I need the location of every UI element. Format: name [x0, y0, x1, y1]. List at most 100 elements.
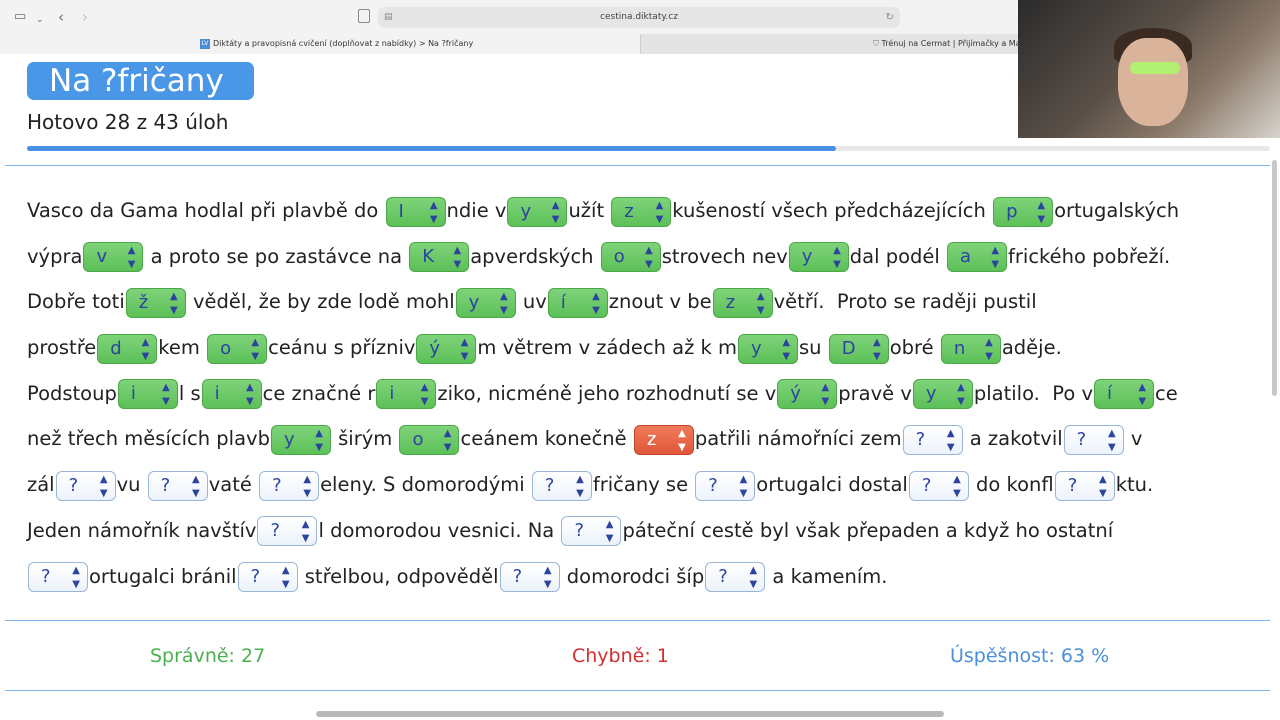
text-fragment: ktu. [1115, 473, 1154, 497]
letter-select-empty[interactable]: ? ▲ ▼ [902, 424, 963, 455]
tab-favicon: LV [200, 38, 210, 49]
text-fragment: l s [178, 381, 201, 405]
letter-select-correct[interactable]: i ▲ ▼ [117, 379, 178, 410]
text-fragment: vaté [208, 473, 259, 497]
letter-select-correct[interactable]: p ▲ ▼ [993, 196, 1054, 227]
letter-select-value: ? [574, 520, 585, 542]
sidebar-toggle-icon[interactable]: ▭ [14, 9, 26, 25]
text-fragment: frického pobřeží. [1008, 244, 1171, 268]
letter-select-empty[interactable]: ? ▲ ▼ [531, 470, 592, 501]
page-title: Na ?fričany [27, 62, 254, 100]
letter-select-empty[interactable]: ? ▲ ▼ [28, 562, 88, 592]
updown-arrows-icon: ▲ ▼ [782, 336, 791, 362]
letter-select-value: ? [160, 474, 171, 496]
text-line: výpra v ▲ ▼ a proto se po zastávce na K ▲ ▼ ap… [27, 234, 1257, 280]
letter-select-empty[interactable]: ? ▲ ▼ [705, 562, 766, 592]
updown-arrows-icon: ▲ ▼ [592, 290, 600, 316]
letter-select-value: y [468, 291, 480, 313]
letter-select-empty[interactable]: ? ▲ ▼ [908, 470, 969, 501]
updown-arrows-icon: ▲ ▼ [99, 473, 108, 499]
site-settings-icon[interactable]: ▤ [384, 7, 393, 28]
exercise-text: Vasco da Gama hodlal při plavbě do I ▲ ▼ nd… [27, 188, 1257, 599]
chevron-down-icon[interactable]: ⌄ [36, 12, 44, 28]
letter-select-wrong[interactable]: z ▲ ▼ [633, 424, 694, 455]
letter-select-correct[interactable]: y ▲ ▼ [912, 379, 973, 410]
updown-arrows-icon: ▲ ▼ [251, 336, 260, 362]
letter-select-correct[interactable]: y ▲ ▼ [455, 287, 516, 318]
text-line: Vasco da Gama hodlal při plavbě do I ▲ ▼ nd… [27, 188, 1257, 234]
letter-select-value: ? [512, 566, 523, 587]
tab-inactive[interactable]: ⛉ Trénuj na Cermat | Přijímačky a Maturi [640, 34, 1018, 54]
letter-select-correct[interactable]: I ▲ ▼ [385, 196, 446, 227]
updown-arrows-icon: ▲ ▼ [655, 199, 664, 225]
text-fragment: ce [1155, 381, 1178, 405]
back-icon[interactable]: ‹ [58, 9, 64, 25]
letter-select-correct[interactable]: ý ▲ ▼ [416, 333, 477, 364]
letter-select-empty[interactable]: ? ▲ ▼ [499, 562, 560, 592]
text-fragment: apverdských [470, 244, 600, 268]
updown-arrows-icon: ▲ ▼ [749, 565, 758, 590]
updown-arrows-icon: ▲ ▼ [281, 565, 290, 590]
updown-arrows-icon: ▲ ▼ [873, 336, 881, 362]
divider-top [5, 165, 1270, 166]
letter-select-correct[interactable]: o ▲ ▼ [399, 424, 460, 455]
forward-icon[interactable]: › [82, 9, 88, 25]
letter-select-empty[interactable]: ? ▲ ▼ [237, 562, 298, 592]
letter-select-correct[interactable]: y ▲ ▼ [788, 242, 849, 273]
letter-select-correct[interactable]: a ▲ ▼ [947, 242, 1008, 273]
updown-arrows-icon: ▲ ▼ [953, 473, 961, 499]
updown-arrows-icon: ▲ ▼ [453, 245, 462, 271]
letter-select-correct[interactable]: y ▲ ▼ [738, 333, 799, 364]
letter-select-correct[interactable]: i ▲ ▼ [376, 379, 437, 410]
letter-select-value: n [953, 337, 966, 359]
letter-select-correct[interactable]: ž ▲ ▼ [125, 287, 186, 318]
reload-icon[interactable]: ↻ [886, 7, 894, 28]
text-line: prostře d ▲ ▼ kem o ▲ ▼ ceánu s přízniv ý ▲ ▼ m vět… [27, 325, 1257, 371]
updown-arrows-icon: ▲ ▼ [985, 336, 993, 362]
text-fragment: výpra [27, 244, 83, 268]
letter-select-correct[interactable]: i ▲ ▼ [201, 379, 262, 410]
letter-select-empty[interactable]: ? ▲ ▼ [561, 516, 622, 547]
letter-select-empty[interactable]: ? ▲ ▼ [695, 470, 756, 501]
tab-active[interactable]: LV Diktáty a pravopisná cvičení (doplňova… [0, 34, 640, 54]
letter-select-correct[interactable]: í ▲ ▼ [547, 287, 608, 318]
letter-select-correct[interactable]: n ▲ ▼ [940, 333, 1001, 364]
text-fragment: ortugalci bránil [89, 564, 237, 588]
updown-arrows-icon: ▲ ▼ [245, 382, 254, 408]
letter-select-correct[interactable]: z ▲ ▼ [611, 196, 672, 227]
letter-select-correct[interactable]: v ▲ ▼ [83, 242, 144, 273]
letter-select-empty[interactable]: ? ▲ ▼ [259, 470, 320, 501]
letter-select-value: o [412, 428, 424, 450]
letter-select-correct[interactable]: í ▲ ▼ [1094, 379, 1155, 410]
letter-select-empty[interactable]: ? ▲ ▼ [1063, 424, 1124, 455]
text-fragment: platilo. Po v [973, 381, 1094, 405]
text-fragment: znout v be [608, 290, 712, 314]
letter-select-value: o [220, 337, 232, 359]
vertical-scrollbar[interactable] [1272, 160, 1277, 396]
updown-arrows-icon: ▲ ▼ [303, 473, 312, 499]
letter-select-correct[interactable]: o ▲ ▼ [207, 333, 268, 364]
text-line: Dobře toti ž ▲ ▼ věděl, že by zde lodě mohl… [27, 279, 1257, 325]
letter-select-value: ? [708, 474, 718, 496]
letter-select-value: ž [138, 291, 149, 313]
webcam-overlay [1018, 0, 1280, 138]
letter-select-correct[interactable]: o ▲ ▼ [600, 242, 661, 273]
letter-select-value: D [841, 337, 856, 359]
letter-select-empty[interactable]: ? ▲ ▼ [55, 470, 116, 501]
letter-select-correct[interactable]: ý ▲ ▼ [777, 379, 838, 410]
letter-select-empty[interactable]: ? ▲ ▼ [257, 516, 318, 547]
letter-select-correct[interactable]: y ▲ ▼ [507, 196, 568, 227]
letter-select-correct[interactable]: y ▲ ▼ [270, 424, 331, 455]
letter-select-correct[interactable]: d ▲ ▼ [97, 333, 158, 364]
letter-select-correct[interactable]: D ▲ ▼ [828, 333, 889, 364]
horizontal-scrollbar[interactable] [316, 711, 944, 717]
letter-select-correct[interactable]: K ▲ ▼ [409, 242, 470, 273]
text-fragment: vu [116, 473, 147, 497]
letter-select-empty[interactable]: ? ▲ ▼ [147, 470, 208, 501]
address-bar[interactable]: ▤ cestina.diktaty.cz ↻ [378, 7, 900, 28]
letter-select-value: i [130, 383, 136, 405]
letter-select-correct[interactable]: z ▲ ▼ [712, 287, 773, 318]
letter-select-value: ? [915, 428, 926, 450]
letter-select-empty[interactable]: ? ▲ ▼ [1054, 470, 1115, 501]
updown-arrows-icon: ▲ ▼ [141, 336, 150, 362]
